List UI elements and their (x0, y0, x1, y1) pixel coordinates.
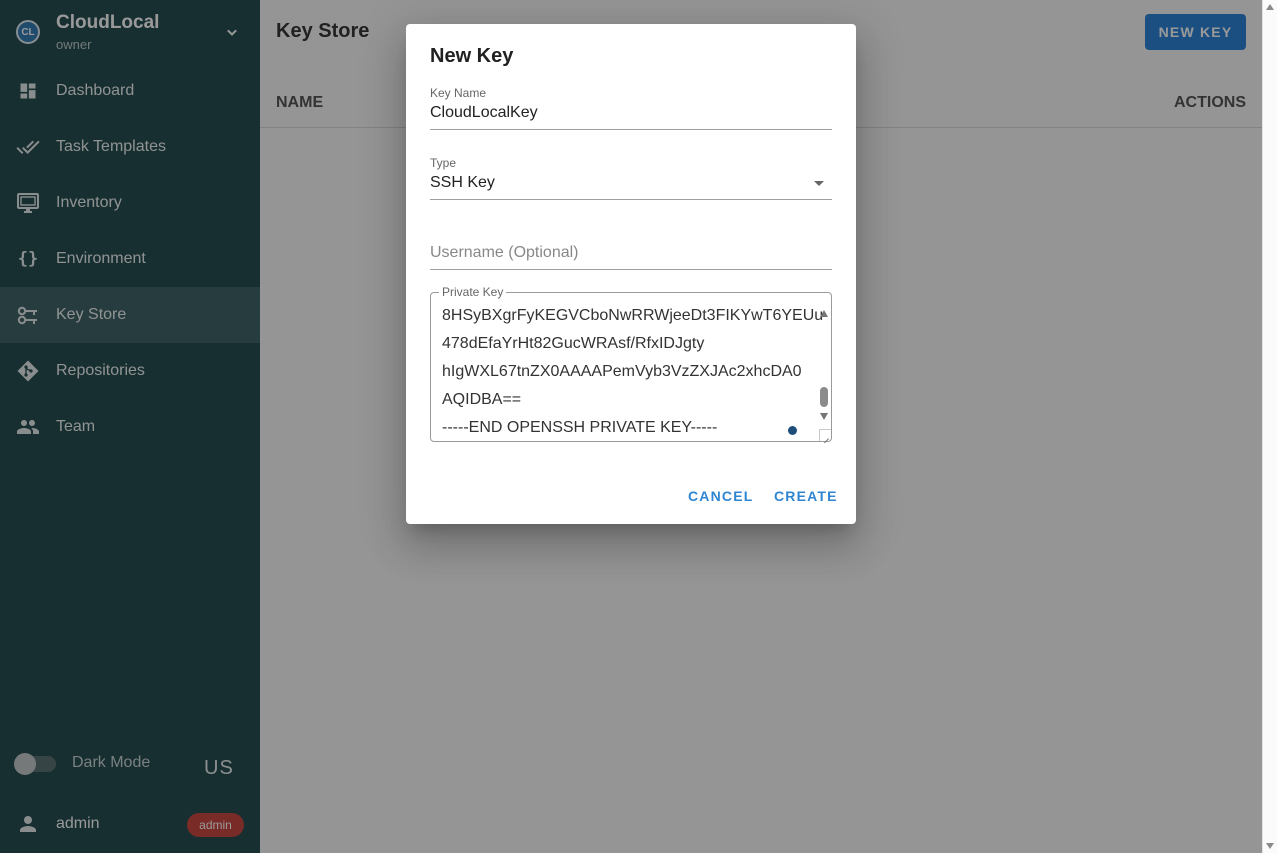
dialog-title: New Key (430, 45, 514, 67)
private-key-line: 478dEfaYrHt82GucWRAsf/RfxIDJgty (442, 335, 705, 352)
scroll-up-icon[interactable] (820, 310, 828, 317)
key-name-label: Key Name (430, 86, 487, 100)
private-key-line: hIgWXL67tnZX0AAAAPemVyb3VzZXJAc2xhcDA0 (442, 363, 802, 380)
type-select[interactable]: Type SSH Key (430, 156, 832, 201)
grammar-indicator-icon[interactable] (788, 426, 797, 435)
key-name-input[interactable]: CloudLocalKey (430, 104, 538, 122)
type-label: Type (430, 156, 457, 170)
key-name-field[interactable]: Key Name CloudLocalKey (430, 86, 832, 131)
private-key-line: 8HSyBXgrFyKEGVCboNwRRWjeeDt3FIKYwT6YEUu (442, 307, 824, 324)
username-input[interactable]: Username (Optional) (430, 244, 579, 262)
cancel-button[interactable]: CANCEL (688, 488, 754, 504)
private-key-line: AQIDBA== (442, 391, 522, 408)
dropdown-arrow-icon[interactable] (814, 181, 824, 186)
resize-handle-icon[interactable] (819, 429, 831, 441)
field-underline (430, 129, 832, 130)
textarea-scroll-thumb[interactable] (820, 387, 828, 407)
private-key-label: Private Key (439, 285, 507, 299)
private-key-textarea[interactable]: Private Key 8HSyBXgrFyKEGVCboNwRRWjeeDt3… (430, 285, 832, 442)
username-field[interactable]: Username (Optional) (430, 242, 832, 272)
create-button[interactable]: CREATE (774, 488, 838, 504)
type-value[interactable]: SSH Key (430, 174, 495, 192)
field-underline (430, 269, 832, 270)
window-scrollbar[interactable] (1262, 0, 1277, 853)
new-key-dialog: New Key Key Name CloudLocalKey Type SSH … (406, 24, 856, 524)
private-key-line: -----END OPENSSH PRIVATE KEY----- (442, 419, 718, 436)
scroll-down-icon[interactable] (1266, 843, 1274, 849)
scroll-down-icon[interactable] (820, 413, 828, 420)
scroll-up-icon[interactable] (1266, 4, 1274, 10)
field-underline (430, 199, 832, 200)
